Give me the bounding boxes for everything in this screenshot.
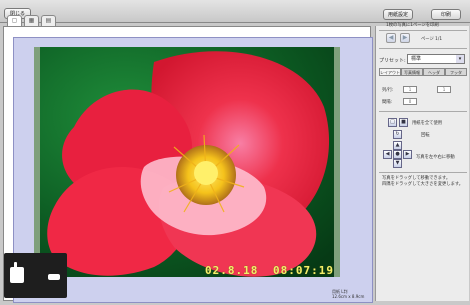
grid-icon: ▦	[28, 17, 35, 24]
tab-list[interactable]: ▤	[41, 15, 56, 26]
divider	[379, 111, 467, 112]
tab-footer[interactable]: フッタ	[445, 68, 467, 76]
rows-cols-label: 列/行:	[382, 88, 394, 93]
fit-page-button[interactable]: □	[388, 118, 397, 127]
arrow-up-icon: ▲	[395, 142, 400, 148]
arrow-right-icon: ▶	[405, 151, 410, 157]
tab-single-page[interactable]: ▢	[7, 15, 22, 26]
move-photo-label: 写真を左や右に移動	[416, 155, 455, 160]
preset-value: 標準	[411, 56, 422, 62]
spacing-label: 間隔:	[382, 100, 393, 105]
mac-overlay	[4, 253, 67, 298]
use-full-page-label: 用紙を全て使用	[412, 121, 443, 126]
document-icon: ▢	[11, 17, 18, 24]
spacing-field[interactable]: 0	[403, 98, 417, 105]
divider	[379, 30, 467, 31]
tab-layout[interactable]: レイアウト	[379, 68, 401, 76]
paper-dimensions: 12.6cm x 8.9cm	[332, 294, 365, 299]
rows-field[interactable]: 1	[437, 86, 451, 93]
arrow-down-icon: ▼	[395, 160, 400, 166]
print-button[interactable]: 印刷	[431, 9, 461, 20]
move-up-button[interactable]: ▲	[393, 141, 402, 150]
next-page-button[interactable]: ▶	[400, 33, 410, 43]
center-icon: ●	[395, 151, 400, 157]
page-indicator: ページ 1/1	[421, 37, 443, 42]
settings-sidebar: 1枚の写真に1ページを印刷 ◀ ▶ ページ 1/1 プリセット: 標準 ▾ レイ…	[375, 23, 469, 301]
date-stamp: 02.8.18	[205, 264, 259, 277]
paper-size-label: 用紙 L判 12.6cm x 8.9cm	[332, 289, 364, 299]
photo-preview[interactable]	[34, 47, 340, 277]
arrow-left-icon: ◀	[388, 34, 394, 41]
fill-icon: ■	[401, 119, 406, 125]
move-right-button[interactable]: ▶	[403, 150, 412, 159]
preset-select[interactable]: 標準 ▾	[407, 54, 465, 64]
tab-header[interactable]: ヘッダ	[423, 68, 445, 76]
apple-icon	[10, 262, 60, 283]
photo-border-left	[34, 47, 40, 277]
prev-page-button[interactable]: ◀	[386, 33, 396, 43]
tab-thumbnails[interactable]: ▦	[24, 15, 39, 26]
center-button[interactable]: ●	[393, 150, 402, 159]
tab-photo-info[interactable]: 写真情報	[401, 68, 423, 76]
divider	[379, 172, 467, 173]
page-setup-button[interactable]: 用紙設定	[383, 9, 413, 20]
divider	[379, 48, 467, 49]
time-stamp: 08:07:19	[273, 264, 334, 277]
fill-page-button[interactable]: ■	[399, 118, 408, 127]
fit-icon: □	[390, 119, 395, 125]
preset-label: プリセット:	[379, 58, 406, 64]
poppy-photo	[34, 47, 340, 277]
page-header-text: 1枚の写真に1ページを印刷	[386, 23, 439, 28]
columns-field[interactable]: 1	[403, 86, 417, 93]
rotate-label: 回転	[421, 133, 430, 138]
arrow-left-icon: ◀	[385, 151, 390, 157]
arrow-right-icon: ▶	[402, 34, 408, 41]
move-left-button[interactable]: ◀	[383, 150, 392, 159]
chevron-down-icon: ▾	[456, 55, 464, 63]
rotate-icon: ↻	[395, 131, 400, 137]
list-icon: ▤	[45, 17, 52, 24]
move-down-button[interactable]: ▼	[393, 159, 402, 168]
photo-border-right	[334, 47, 340, 277]
rotate-button[interactable]: ↻	[393, 130, 402, 139]
help-text-resize: 四隅をドラッグして大きさを変更します。	[382, 182, 464, 187]
